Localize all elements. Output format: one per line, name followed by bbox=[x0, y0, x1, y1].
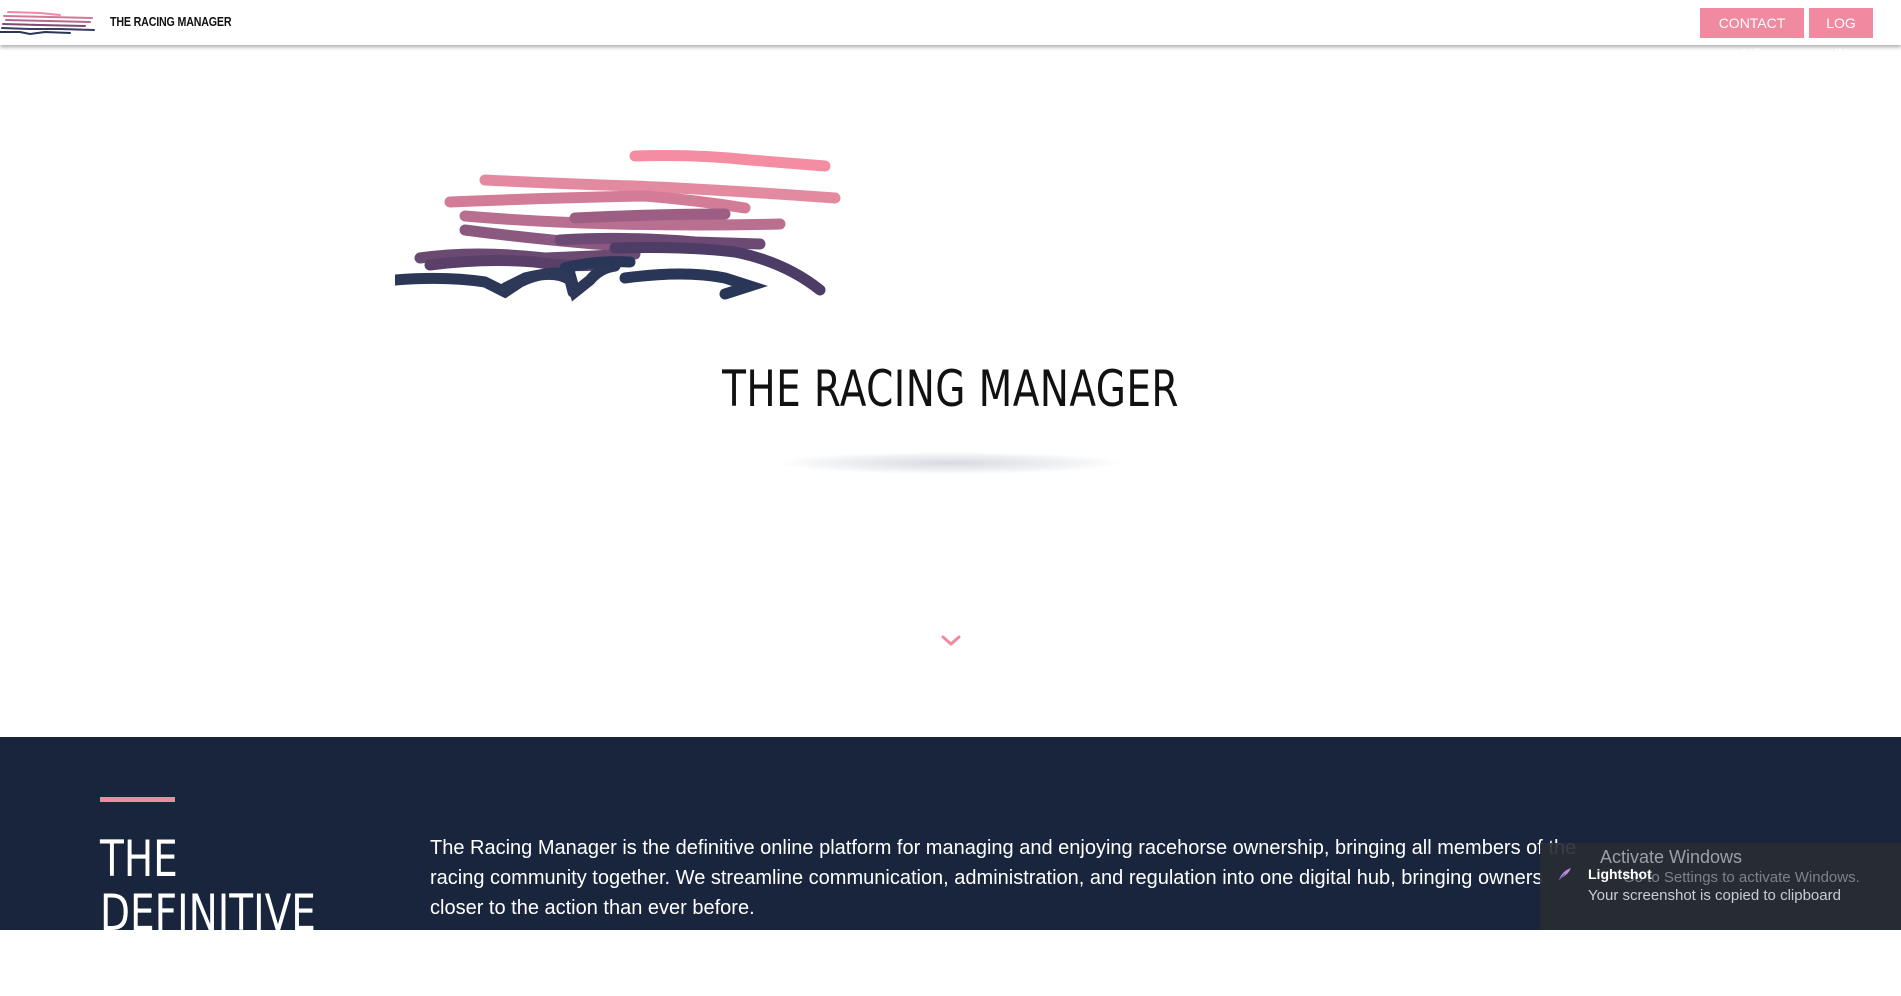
log-in-button[interactable]: LOG IN bbox=[1809, 8, 1873, 61]
contact-us-button[interactable]: CONTACT US bbox=[1700, 8, 1804, 61]
top-navbar: THE RACING MANAGER CONTACT US LOG IN bbox=[0, 0, 1901, 61]
feather-icon bbox=[1558, 868, 1571, 881]
hero-title: THE RACING MANAGER bbox=[722, 360, 1179, 418]
activate-windows-title: Activate Windows bbox=[1600, 847, 1743, 867]
hero-logo-icon bbox=[395, 150, 841, 302]
lightshot-notification[interactable]: Activate Windows Go to Settings to activ… bbox=[1540, 843, 1901, 930]
notification-message: Your screenshot is copied to clipboard bbox=[1588, 887, 1841, 904]
notification-app-name: Lightshot bbox=[1588, 866, 1652, 882]
brand-name[interactable]: THE RACING MANAGER bbox=[110, 14, 232, 29]
chevron-down-icon[interactable] bbox=[940, 632, 962, 650]
section-description: The Racing Manager is the definitive onl… bbox=[430, 837, 1577, 919]
brand-logo-icon[interactable] bbox=[0, 8, 100, 36]
hero-shadow-divider bbox=[780, 452, 1120, 474]
accent-bar bbox=[100, 797, 175, 802]
section-heading: THE DEFINITIVE PLATFORM bbox=[100, 830, 316, 996]
